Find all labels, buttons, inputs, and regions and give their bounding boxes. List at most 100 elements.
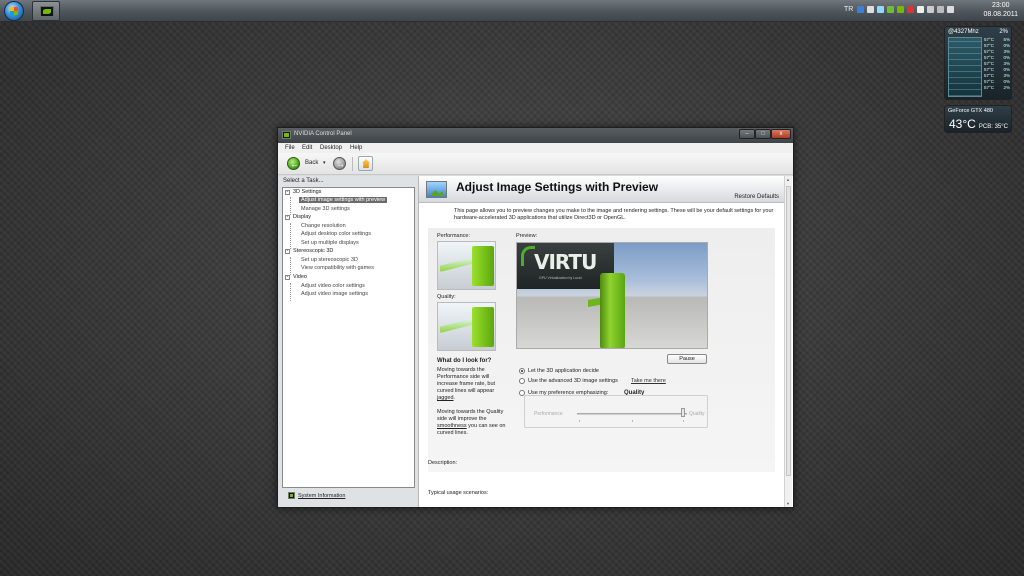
smoothness-link[interactable]: smoothness — [437, 423, 467, 429]
home-button[interactable] — [358, 156, 373, 171]
network-icon[interactable] — [937, 6, 944, 13]
quality-slider-track[interactable] — [577, 413, 687, 415]
menu-bar: File Edit Desktop Help — [278, 143, 793, 153]
flag-icon[interactable] — [917, 6, 924, 13]
virtu-byline: by Lucid — [568, 276, 582, 280]
nvidia-icon — [40, 6, 54, 17]
core-load: 2% — [1003, 85, 1010, 90]
virtu-logo-text: VIRTU — [534, 250, 597, 274]
menu-desktop[interactable]: Desktop — [320, 145, 342, 151]
take-me-there-link[interactable]: Take me there — [631, 378, 666, 384]
green-panel-shape — [472, 307, 494, 347]
collapse-icon[interactable]: - — [285, 275, 290, 280]
restore-defaults-link[interactable]: Restore Defaults — [734, 194, 779, 200]
system-information-link[interactable]: System Information — [298, 493, 345, 499]
radio-label: Use the advanced 3D image settings — [528, 378, 618, 384]
green-panel-shape — [472, 246, 494, 286]
menu-file[interactable]: File — [285, 145, 295, 151]
tree-category-3d-settings[interactable]: 3D Settings — [293, 189, 321, 195]
quality-slider-thumb[interactable] — [681, 408, 685, 417]
tree-connector — [290, 197, 291, 215]
slider-tick — [579, 420, 580, 422]
vertical-scrollbar[interactable]: ▲ ▼ — [784, 176, 792, 507]
collapse-icon[interactable]: - — [285, 249, 290, 254]
tray-app-icon[interactable] — [887, 6, 894, 13]
preview-label: Preview: — [516, 233, 538, 239]
performance-label: Performance: — [437, 233, 471, 239]
tree-connector — [290, 257, 291, 275]
tray-app-icon[interactable] — [857, 6, 864, 13]
tray-app-icon[interactable] — [907, 6, 914, 13]
quality-slider-group: Performance Quality — [524, 395, 708, 428]
radio-button-checked[interactable] — [519, 368, 525, 374]
maximize-button[interactable]: □ — [755, 129, 771, 139]
back-dropdown-icon[interactable]: ▾ — [323, 160, 326, 166]
toolbar-separator — [352, 157, 353, 171]
tree-item-setup-stereoscopic[interactable]: Set up stereoscopic 3D — [301, 257, 358, 263]
taskbar-nvidia-button[interactable] — [32, 1, 60, 21]
title-bar[interactable]: NVIDIA Control Panel – □ x — [278, 128, 793, 143]
tree-item-adjust-desktop-color[interactable]: Adjust desktop color settings — [301, 231, 371, 237]
tree-category-video[interactable]: Video — [293, 274, 307, 280]
scroll-up-icon[interactable]: ▲ — [786, 177, 790, 182]
tree-item-adjust-image-settings[interactable]: Adjust image settings with preview — [299, 197, 388, 203]
pause-button[interactable]: Pause — [667, 354, 707, 364]
performance-hint-text: Moving towards the Performance side will… — [437, 367, 496, 394]
tree-category-stereoscopic-3d[interactable]: Stereoscopic 3D — [293, 248, 333, 254]
tree-connector — [290, 223, 291, 249]
virtu-tagline: GPU Virtualization — [539, 276, 568, 280]
3d-preview-viewport[interactable]: VIRTU GPU Virtualization by Lucid — [516, 242, 708, 349]
language-indicator[interactable]: TR — [844, 6, 853, 13]
tree-item-video-image[interactable]: Adjust video image settings — [301, 291, 368, 297]
power-icon[interactable] — [927, 6, 934, 13]
collapse-icon[interactable]: - — [285, 215, 290, 220]
scroll-down-icon[interactable]: ▼ — [786, 501, 790, 506]
gpu-meter-gadget[interactable]: GeForce GTX 480 43°C PCB: 35°C — [944, 105, 1012, 133]
tree-connector — [290, 283, 291, 301]
back-button[interactable]: ← — [287, 157, 300, 170]
menu-edit[interactable]: Edit — [302, 145, 312, 151]
tree-item-change-resolution[interactable]: Change resolution — [301, 223, 346, 229]
cpu-meter-gadget[interactable]: @4327Mhz 2% 57°C 5% 57°C 0% 57°C 3% 57°C 0% … — [944, 26, 1012, 100]
volume-icon[interactable] — [947, 6, 954, 13]
nvidia-tray-icon[interactable] — [897, 6, 904, 13]
scrollbar-thumb[interactable] — [786, 186, 791, 476]
cpu-clock: @4327Mhz — [948, 29, 979, 35]
window-title: NVIDIA Control Panel — [294, 131, 352, 137]
page-title: Adjust Image Settings with Preview — [456, 180, 659, 194]
usage-scenarios-label: Typical usage scenarios: — [428, 490, 489, 496]
tree-item-multiple-displays[interactable]: Set up multiple displays — [301, 240, 359, 246]
quality-label: Quality: — [437, 294, 456, 300]
collapse-icon[interactable]: - — [285, 190, 290, 195]
slider-tick — [632, 420, 633, 422]
quality-hint-text: Moving towards the Quality side will imp… — [437, 409, 504, 422]
radio-button[interactable] — [519, 378, 525, 384]
tree-item-video-color[interactable]: Adjust video color settings — [301, 283, 365, 289]
performance-thumbnail — [437, 241, 496, 290]
cpu-core-list: 57°C 5% 57°C 0% 57°C 3% 57°C 0% 57°C 3% 57°C 0… — [984, 37, 1010, 91]
tree-category-display[interactable]: Display — [293, 214, 311, 220]
close-button[interactable]: x — [771, 129, 791, 139]
virtu-subtitle: GPU Virtualization by Lucid — [539, 276, 582, 280]
clock-date: 08.08.2011 — [983, 11, 1018, 18]
clock-time: 23:00 — [991, 2, 1010, 9]
tree-item-manage-3d-settings[interactable]: Manage 3D settings — [301, 206, 350, 212]
tray-app-icon[interactable] — [867, 6, 874, 13]
task-heading: Select a Task... — [283, 178, 324, 184]
core-temp: 57°C — [984, 85, 995, 90]
jagged-link[interactable]: jagged — [437, 395, 454, 401]
start-button[interactable] — [4, 1, 24, 21]
forward-button[interactable]: → — [333, 157, 346, 170]
back-label[interactable]: Back — [305, 160, 318, 166]
tree-item-view-compatibility[interactable]: View compatibility with games — [301, 265, 374, 271]
radio-label: Let the 3D application decide — [528, 368, 599, 374]
virtu-swoosh-logo — [521, 246, 535, 266]
performance-hint: Moving towards the Performance side will… — [437, 367, 496, 401]
toolbar: ← Back ▾ → — [278, 153, 793, 175]
nvidia-icon — [282, 131, 291, 139]
tray-app-icon[interactable] — [877, 6, 884, 13]
menu-help[interactable]: Help — [350, 145, 362, 151]
forward-arrow-icon: → — [336, 159, 345, 169]
clock[interactable]: 23:00 08.08.2011 — [983, 1, 1018, 19]
minimize-button[interactable]: – — [739, 129, 755, 139]
